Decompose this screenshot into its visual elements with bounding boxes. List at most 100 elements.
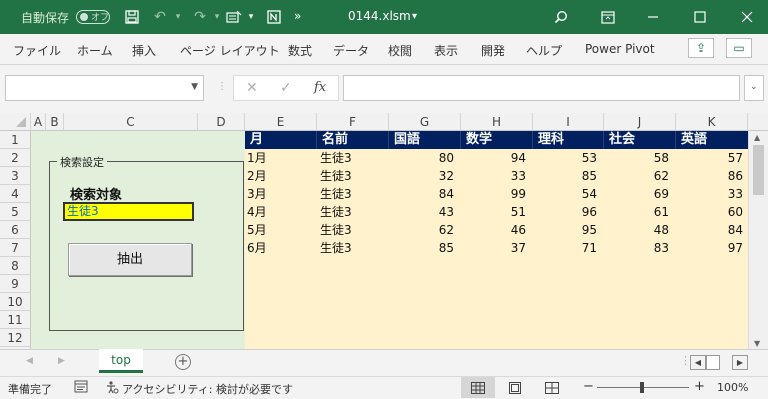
cell-score[interactable]: 57 [676, 149, 748, 167]
row-header-6[interactable]: 6 [0, 221, 31, 239]
cell-score[interactable]: 83 [604, 239, 676, 257]
cell-month[interactable]: 2月 [247, 167, 317, 185]
cell-score[interactable]: 51 [461, 203, 533, 221]
cell-score[interactable]: 43 [389, 203, 461, 221]
table-header-english[interactable]: 英語 [676, 131, 748, 149]
cell-name[interactable]: 生徒3 [320, 203, 389, 221]
tab-data[interactable]: データ [333, 42, 369, 59]
column-header-h[interactable]: H [461, 113, 533, 131]
cell-score[interactable]: 84 [676, 221, 748, 239]
autosave-toggle[interactable]: オフ [76, 10, 110, 24]
tab-power-pivot[interactable]: Power Pivot [585, 42, 655, 56]
more-commands[interactable]: » [294, 9, 301, 23]
save-icon[interactable] [122, 7, 142, 27]
scroll-up-icon[interactable]: ▲ [754, 133, 760, 142]
row-header-8[interactable]: 8 [0, 257, 31, 275]
row-header-1[interactable]: 1 [0, 131, 31, 149]
column-header-b[interactable]: B [46, 113, 64, 131]
row-header-7[interactable]: 7 [0, 239, 31, 257]
formula-input[interactable] [343, 75, 740, 101]
ribbon-display-icon[interactable] [598, 7, 618, 27]
row-header-12[interactable]: 12 [0, 329, 31, 347]
scrollbar-thumb[interactable] [753, 145, 764, 195]
minimize-icon[interactable] [643, 7, 663, 27]
page-layout-view-icon[interactable] [508, 382, 522, 397]
tab-formulas[interactable]: 数式 [288, 42, 312, 59]
name-box[interactable]: ▼ [5, 75, 204, 101]
file-name-caret[interactable]: ▾ [412, 11, 417, 22]
prev-sheet-icon[interactable]: ◀ [26, 356, 33, 366]
cell-score[interactable]: 96 [533, 203, 604, 221]
column-header-k[interactable]: K [676, 113, 748, 131]
cell-score[interactable]: 53 [533, 149, 604, 167]
scroll-down-icon[interactable]: ▼ [754, 339, 760, 348]
cell-score[interactable]: 80 [389, 149, 461, 167]
cell-score[interactable]: 62 [604, 167, 676, 185]
comments-button[interactable]: ▭ [726, 38, 752, 58]
tab-insert[interactable]: 挿入 [132, 42, 156, 59]
cell-score[interactable]: 46 [461, 221, 533, 239]
table-header-social[interactable]: 社会 [604, 131, 676, 149]
cell-score[interactable]: 84 [389, 185, 461, 203]
column-header-j[interactable]: J [604, 113, 676, 131]
table-header-science[interactable]: 理科 [533, 131, 604, 149]
accessibility-icon[interactable] [105, 380, 119, 397]
cell-score[interactable]: 95 [533, 221, 604, 239]
expand-formula-bar[interactable]: ⌄ [744, 75, 764, 101]
search-target-input[interactable]: 生徒3 [63, 202, 194, 221]
enter-icon[interactable]: ✓ [280, 80, 292, 96]
column-header-g[interactable]: G [389, 113, 461, 131]
cancel-icon[interactable]: ✕ [246, 80, 258, 96]
row-header-11[interactable]: 11 [0, 311, 31, 329]
cell-name[interactable]: 生徒3 [320, 185, 389, 203]
macro-record-icon[interactable] [74, 380, 88, 396]
cell-score[interactable]: 33 [461, 167, 533, 185]
row-header-2[interactable]: 2 [0, 149, 31, 167]
name-box-dropdown-icon[interactable]: ▼ [191, 82, 198, 92]
normal-view-button[interactable] [461, 377, 495, 398]
column-header-i[interactable]: I [533, 113, 604, 131]
row-header-9[interactable]: 9 [0, 275, 31, 293]
zoom-slider-thumb[interactable] [640, 382, 644, 393]
add-sheet-button[interactable]: + [175, 354, 191, 370]
cell-name[interactable]: 生徒3 [320, 221, 389, 239]
cell-score[interactable]: 99 [461, 185, 533, 203]
table-header-japanese[interactable]: 国語 [389, 131, 461, 149]
cell-score[interactable]: 60 [676, 203, 748, 221]
hscroll-right-icon[interactable]: ▶ [732, 355, 748, 370]
undo-dropdown-icon[interactable]: ▾ [168, 7, 188, 27]
cell-name[interactable]: 生徒3 [320, 239, 389, 257]
tab-help[interactable]: ヘルプ [526, 42, 562, 59]
cell-month[interactable]: 6月 [247, 239, 317, 257]
row-header-10[interactable]: 10 [0, 293, 31, 311]
zoom-level[interactable]: 100% [717, 381, 748, 394]
onenote-icon[interactable] [264, 7, 284, 27]
table-header-name[interactable]: 名前 [317, 131, 389, 149]
table-header-month[interactable]: 月 [245, 131, 317, 149]
cell-score[interactable]: 86 [676, 167, 748, 185]
page-break-view-icon[interactable] [545, 382, 559, 397]
column-header-f[interactable]: F [317, 113, 389, 131]
share-button[interactable]: ⇪ [688, 38, 714, 58]
tab-developer[interactable]: 開発 [481, 42, 505, 59]
row-header-3[interactable]: 3 [0, 167, 31, 185]
column-header-a[interactable]: A [31, 113, 46, 131]
cell-score[interactable]: 54 [533, 185, 604, 203]
row-header-5[interactable]: 5 [0, 203, 31, 221]
extract-button[interactable]: 抽出 [68, 243, 192, 276]
maximize-icon[interactable] [690, 7, 710, 27]
next-sheet-icon[interactable]: ▶ [58, 356, 65, 366]
undo-icon[interactable]: ↶ [150, 7, 170, 27]
cell-score[interactable]: 48 [604, 221, 676, 239]
hscroll-left-icon[interactable]: ◀ [690, 355, 706, 370]
cell-score[interactable]: 85 [389, 239, 461, 257]
column-header-c[interactable]: C [64, 113, 198, 131]
tab-review[interactable]: 校閲 [388, 42, 412, 59]
close-icon[interactable] [737, 7, 757, 27]
cell-month[interactable]: 5月 [247, 221, 317, 239]
table-header-math[interactable]: 数学 [461, 131, 533, 149]
cell-score[interactable]: 94 [461, 149, 533, 167]
cell-score[interactable]: 37 [461, 239, 533, 257]
cell-month[interactable]: 3月 [247, 185, 317, 203]
vertical-scrollbar[interactable]: ▲ ▼ [748, 131, 768, 349]
